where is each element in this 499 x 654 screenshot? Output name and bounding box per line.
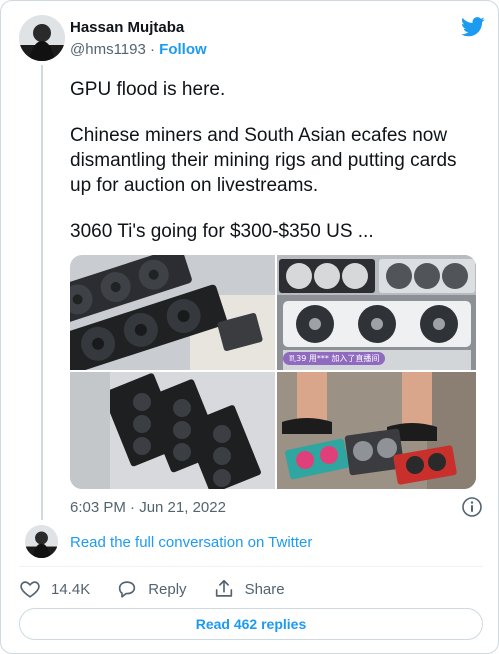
author-handle[interactable]: @hms1193	[70, 41, 146, 58]
photo-gpu-stack[interactable]	[70, 255, 275, 370]
share-icon	[215, 579, 232, 597]
read-conversation-link[interactable]: Read the full conversation on Twitter	[70, 534, 312, 551]
reply-bubble-icon	[119, 581, 136, 598]
separator: ·	[150, 41, 155, 58]
thread-connector-line	[41, 65, 43, 520]
like-count: 14.4K	[51, 580, 91, 598]
share-label: Share	[244, 580, 285, 598]
author-block: Hassan Mujtaba @hms1193 · Follow	[70, 18, 207, 60]
livestream-badge: ♏39 用*** 加入了直播间	[283, 352, 386, 365]
read-replies-button[interactable]: Read 462 replies	[19, 608, 483, 640]
author-handle-line: @hms1193 · Follow	[70, 40, 207, 60]
twitter-bird-icon[interactable]	[461, 17, 485, 37]
tweet-paragraph: 3060 Ti's going for $300-$350 US ...	[70, 221, 374, 242]
photo-gpus-floor[interactable]	[277, 372, 476, 489]
media-grid: ♏39 用*** 加入了直播间	[70, 255, 476, 489]
author-name[interactable]: Hassan Mujtaba	[70, 18, 207, 38]
heart-icon	[20, 581, 40, 598]
like-button[interactable]: 14.4K	[19, 578, 90, 600]
reply-label: Reply	[148, 580, 187, 598]
action-bar: 14.4K Reply Share	[19, 577, 311, 601]
reply-button[interactable]: Reply	[116, 578, 187, 600]
photo-gpu-rows[interactable]	[70, 372, 275, 489]
conversation-avatar[interactable]	[25, 525, 58, 558]
tweet-paragraph: GPU flood is here.	[70, 79, 226, 100]
divider	[19, 566, 483, 567]
info-icon[interactable]	[461, 496, 483, 518]
tweet-text: GPU flood is here. Chinese miners and So…	[70, 77, 480, 265]
follow-button[interactable]: Follow	[159, 41, 207, 58]
tweet-timestamp[interactable]: 6:03 PM · Jun 21, 2022	[70, 499, 226, 516]
tweet-paragraph: Chinese miners and South Asian ecafes no…	[70, 125, 457, 196]
tweet-card: Hassan Mujtaba @hms1193 · Follow GPU flo…	[0, 0, 499, 654]
photo-livestream-cards[interactable]: ♏39 用*** 加入了直播间	[277, 255, 476, 370]
author-avatar[interactable]	[19, 15, 65, 61]
share-button[interactable]: Share	[213, 578, 285, 600]
